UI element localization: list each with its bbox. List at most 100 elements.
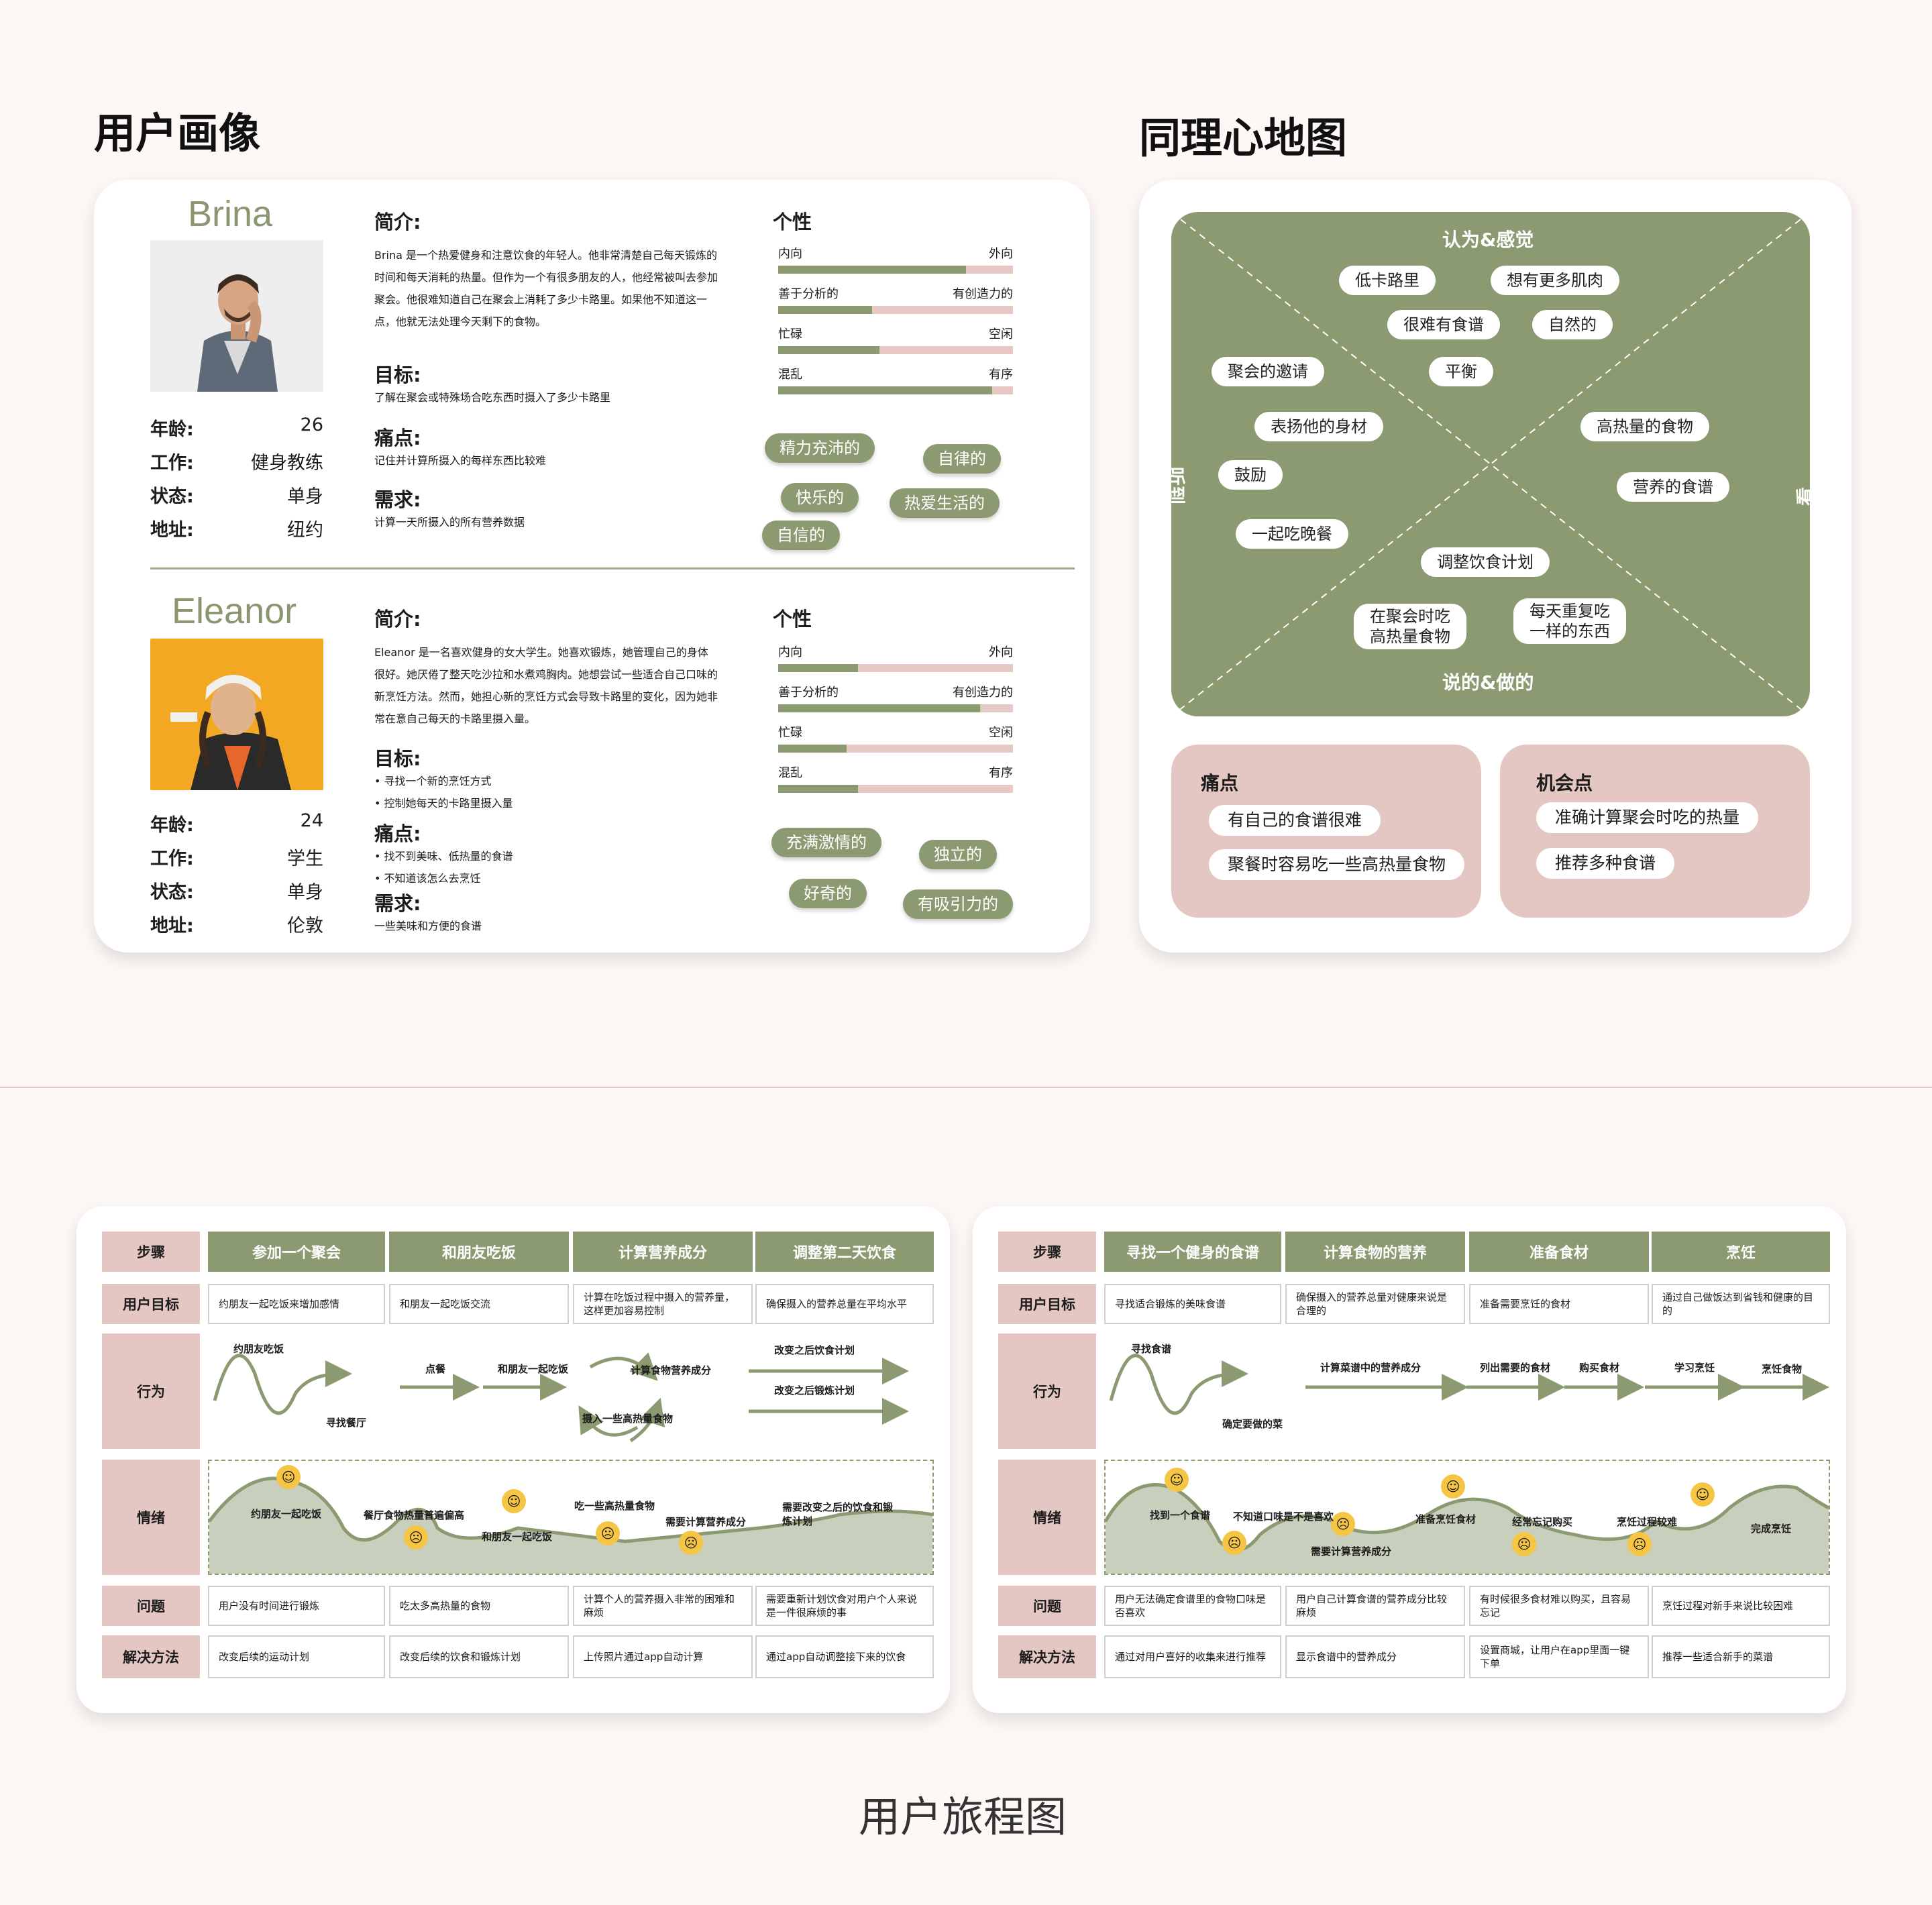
empathy-map: 认为&感觉 说的&做的 听到 看到 低卡路里 想有更多肌肉 很难有食谱 自然的 …: [1171, 212, 1810, 716]
row-label-action: 行为: [998, 1334, 1096, 1449]
action-text: 列出需要的食材: [1480, 1362, 1551, 1374]
row-label-steps: 步骤: [102, 1232, 200, 1272]
action-text: 点餐: [425, 1363, 446, 1375]
need-heading: 需求:: [374, 892, 421, 915]
journey-card: 步骤 用户目标 行为 情绪 问题 解决方法 寻找一个健身的食谱 计算食物的营养 …: [973, 1206, 1846, 1713]
persona-divider: [150, 567, 1075, 569]
persona-info: 年龄: 24 工作: 学生 状态: 单身 地址: 伦敦: [150, 810, 323, 944]
solution-cell: 推荐一些适合新手的菜谱: [1652, 1635, 1830, 1678]
trait-bar-fill: [778, 664, 858, 672]
persona-section-title: 用户画像: [94, 109, 261, 158]
persona-tag: 快乐的: [781, 483, 859, 512]
happy-emoji-icon: ☺: [1441, 1474, 1465, 1499]
pain-points-panel: 痛点 有自己的食谱很难 聚餐时容易吃一些高热量食物: [1171, 745, 1481, 918]
persona-tag: 热爱生活的: [890, 488, 1000, 518]
emotion-text: 餐厅食物热量普遍偏高: [364, 1509, 465, 1521]
intro-text: Brina 是一个热爱健身和注意饮食的年轻人。他非常清楚自己每天锻炼的 时间和每天…: [374, 249, 718, 328]
info-address: 地址: 伦敦: [150, 916, 323, 936]
journey-section-title: 用户旅程图: [859, 1792, 1067, 1841]
trait-bar-fill: [778, 346, 879, 354]
goal-text: 了解在聚会或特殊场合吃东西时摄入了多少卡路里: [374, 391, 611, 404]
emotion-text: 准备烹饪食材: [1415, 1513, 1477, 1525]
persona-name: Brina: [188, 194, 273, 234]
empathy-note: 很难有食谱: [1387, 310, 1500, 339]
problem-cell: 用户没有时间进行锻炼: [208, 1586, 385, 1626]
action-text: 确定要做的菜: [1222, 1418, 1283, 1430]
trait-bar-fill: [778, 785, 858, 793]
action-text: 和朋友一起吃饭: [498, 1363, 569, 1375]
goal-cell: 和朋友一起吃饭交流: [389, 1284, 569, 1324]
trait-busy-free: 忙碌 空闲: [778, 723, 1013, 763]
persona-photo: [150, 639, 323, 790]
info-status: 状态: 单身: [150, 882, 323, 903]
persona-photo: [150, 240, 323, 392]
happy-emoji-icon: ☺: [1165, 1468, 1189, 1492]
opportunity-panel: 机会点 准确计算聚会时吃的热量 推荐多种食谱: [1500, 745, 1810, 918]
action-text: 改变之后锻炼计划: [774, 1384, 855, 1397]
action-text: 约朋友吃饭: [233, 1343, 284, 1355]
opportunity-point: 准确计算聚会时吃的热量: [1536, 802, 1759, 833]
goal-cell: 寻找适合锻炼的美味食谱: [1104, 1284, 1281, 1324]
opportunity-title: 机会点: [1536, 772, 1593, 794]
problem-cell: 计算个人的营养摄入非常的困难和麻烦: [573, 1586, 753, 1626]
problem-cell: 吃太多高热量的食物: [389, 1586, 569, 1626]
empathy-section-title: 同理心地图: [1139, 113, 1348, 162]
goal-cell: 准备需要烹饪的食材: [1469, 1284, 1649, 1324]
persona-name: Eleanor: [172, 591, 297, 631]
step-header: 准备食材: [1469, 1232, 1649, 1272]
action-flow: [1109, 1354, 1829, 1415]
emotion-text: 需要计算营养成分: [1311, 1545, 1392, 1558]
trait-bar-fill: [778, 704, 980, 712]
action-text: 购买食材: [1579, 1362, 1620, 1374]
row-label-steps: 步骤: [998, 1232, 1096, 1272]
info-age: 年龄: 24: [150, 810, 323, 836]
emotion-text: 吃一些高热量食物: [574, 1500, 655, 1512]
action-text: 计算食物营养成分: [631, 1364, 712, 1376]
pain-points-title: 痛点: [1201, 772, 1239, 794]
persona-info: 年龄: 26 工作: 健身教练 状态: 单身 地址: 纽约: [150, 415, 323, 549]
sad-emoji-icon: ☹: [679, 1531, 703, 1555]
emotion-text: 烹饪过程较难: [1617, 1516, 1678, 1528]
section-divider: [0, 1087, 1932, 1088]
problem-cell: 用户自己计算食谱的营养成分比较麻烦: [1285, 1586, 1465, 1626]
intro-heading: 简介:: [374, 608, 421, 631]
goal-cell: 约朋友一起吃饭来增加感情: [208, 1284, 385, 1324]
empathy-note: 自然的: [1532, 310, 1613, 339]
sad-emoji-icon: ☹: [1627, 1532, 1652, 1556]
intro-heading: 简介:: [374, 211, 421, 233]
trait-introvert-extrovert: 内向 外向: [778, 643, 1013, 683]
step-header: 调整第二天饮食: [755, 1232, 934, 1272]
step-header: 计算食物的营养: [1285, 1232, 1465, 1272]
persona-tag: 充满激情的: [771, 828, 881, 857]
see-label: 看到: [1791, 487, 1810, 506]
step-header: 烹饪: [1652, 1232, 1830, 1272]
pain-point: 有自己的食谱很难: [1209, 805, 1381, 836]
intro-text: Eleanor 是一名喜欢健身的女大学生。她喜欢锻炼，她管理自己的身体 很好。她厌…: [374, 646, 718, 725]
row-label-solution: 解决方法: [102, 1635, 200, 1678]
info-age: 年龄: 26: [150, 415, 323, 440]
say-do-label: 说的&做的: [1442, 671, 1534, 694]
trait-bar-fill: [778, 745, 847, 753]
need-heading: 需求:: [374, 488, 421, 511]
trait-introvert-extrovert: 内向 外向: [778, 244, 1013, 284]
goal-cell: 通过自己做饭达到省钱和健康的目的: [1652, 1284, 1830, 1324]
row-label-action: 行为: [102, 1334, 200, 1449]
action-text: 学习烹饪: [1674, 1362, 1715, 1374]
solution-cell: 改变后续的运动计划: [208, 1635, 385, 1678]
journey-card: 步骤 用户目标 行为 情绪 问题 解决方法 参加一个聚会 和朋友吃饭 计算营养成…: [76, 1206, 950, 1713]
emotion-text: 需要改变之后的饮食和锻炼计划: [782, 1501, 894, 1527]
happy-emoji-icon: ☺: [276, 1465, 301, 1489]
emotion-text: 不知道口味是不是喜欢: [1233, 1511, 1334, 1523]
trait-busy-free: 忙碌 空闲: [778, 325, 1013, 365]
persona-tag: 好奇的: [789, 879, 867, 908]
solution-cell: 通过对用户喜好的收集来进行推荐: [1104, 1635, 1281, 1678]
row-label-emotion: 情绪: [102, 1460, 200, 1575]
action-text: 寻找食谱: [1131, 1343, 1172, 1355]
sad-emoji-icon: ☹: [1222, 1531, 1246, 1555]
persona-tag: 精力充沛的: [765, 433, 875, 463]
step-header: 计算营养成分: [573, 1232, 753, 1272]
trait-heading: 个性: [773, 211, 812, 233]
empathy-note: 想有更多肌肉: [1491, 266, 1619, 295]
problem-cell: 有时候很多食材难以购买，且容易忘记: [1469, 1586, 1649, 1626]
step-header: 参加一个聚会: [208, 1232, 385, 1272]
